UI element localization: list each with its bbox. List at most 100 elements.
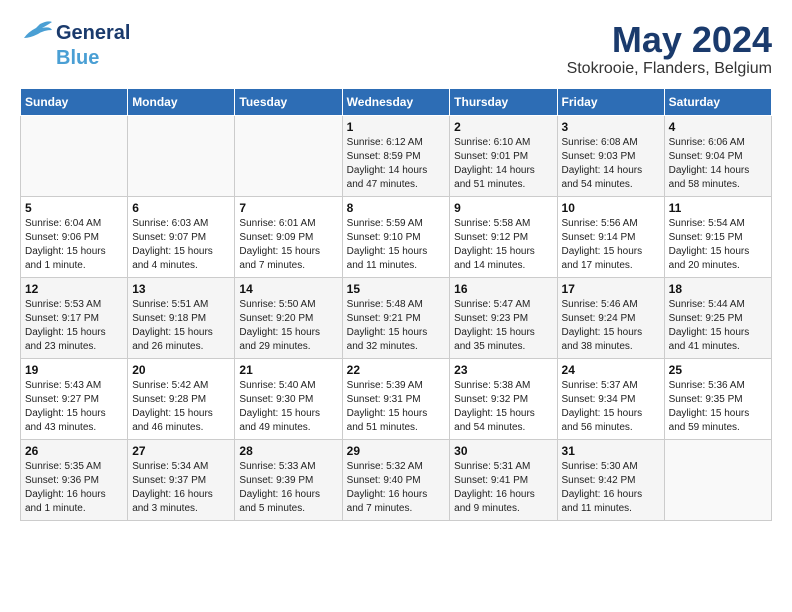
cell-info: Sunrise: 5:42 AMSunset: 9:28 PMDaylight:… [132, 379, 230, 435]
calendar-header: SundayMondayTuesdayWednesdayThursdayFrid… [21, 88, 772, 115]
day-number: 3 [562, 120, 660, 134]
calendar-table: SundayMondayTuesdayWednesdayThursdayFrid… [20, 88, 772, 521]
cell-info: Sunrise: 6:03 AMSunset: 9:07 PMDaylight:… [132, 217, 230, 273]
logo: General Blue [20, 20, 130, 70]
cell-info: Sunrise: 5:37 AMSunset: 9:34 PMDaylight:… [562, 379, 660, 435]
calendar-cell: 28Sunrise: 5:33 AMSunset: 9:39 PMDayligh… [235, 439, 342, 520]
cell-info: Sunrise: 5:58 AMSunset: 9:12 PMDaylight:… [454, 217, 552, 273]
day-number: 22 [347, 363, 446, 377]
day-number: 15 [347, 282, 446, 296]
cell-info: Sunrise: 5:33 AMSunset: 9:39 PMDaylight:… [239, 460, 337, 516]
day-header-saturday: Saturday [664, 88, 771, 115]
calendar-cell: 27 Sunrise: 5:34 AMSunset: 9:37 PMDayligh… [128, 439, 235, 520]
day-number: 14 [239, 282, 337, 296]
day-number: 5 [25, 201, 123, 215]
cell-info: Sunrise: 5:40 AMSunset: 9:30 PMDaylight:… [239, 379, 337, 435]
calendar-cell: 16Sunrise: 5:47 AMSunset: 9:23 PMDayligh… [450, 277, 557, 358]
calendar-cell [664, 439, 771, 520]
calendar-cell: 3Sunrise: 6:08 AMSunset: 9:03 PMDaylight… [557, 115, 664, 196]
calendar-cell: 23Sunrise: 5:38 AMSunset: 9:32 PMDayligh… [450, 358, 557, 439]
cell-info: Sunrise: 5:59 AMSunset: 9:10 PMDaylight:… [347, 217, 446, 273]
logo-general: General [56, 22, 130, 45]
day-number: 7 [239, 201, 337, 215]
calendar-cell: 7Sunrise: 6:01 AMSunset: 9:09 PMDaylight… [235, 196, 342, 277]
day-number: 13 [132, 282, 230, 296]
day-number: 26 [25, 444, 123, 458]
day-number: 8 [347, 201, 446, 215]
day-number: 29 [347, 444, 446, 458]
cell-info: Sunrise: 6:04 AMSunset: 9:06 PMDaylight:… [25, 217, 123, 273]
week-row-5: 26 Sunrise: 5:35 AMSunset: 9:36 PMDayligh… [21, 439, 772, 520]
day-number: 1 [347, 120, 446, 134]
day-number: 27 [132, 444, 230, 458]
week-row-1: 1 Sunrise: 6:12 AMSunset: 8:59 PMDaylight… [21, 115, 772, 196]
calendar-cell: 30 Sunrise: 5:31 AMSunset: 9:41 PMDayligh… [450, 439, 557, 520]
cell-info: Sunrise: 5:34 AMSunset: 9:37 PMDaylight:… [132, 460, 230, 516]
calendar-cell [21, 115, 128, 196]
location-subtitle: Stokrooie, Flanders, Belgium [567, 60, 772, 78]
day-number: 19 [25, 363, 123, 377]
day-number: 25 [669, 363, 767, 377]
calendar-body: 1 Sunrise: 6:12 AMSunset: 8:59 PMDaylight… [21, 115, 772, 520]
calendar-cell: 5 Sunrise: 6:04 AMSunset: 9:06 PMDaylight… [21, 196, 128, 277]
cell-info: Sunrise: 5:38 AMSunset: 9:32 PMDaylight:… [454, 379, 552, 435]
cell-info: Sunrise: 5:47 AMSunset: 9:23 PMDaylight:… [454, 298, 552, 354]
cell-info: Sunrise: 5:36 AMSunset: 9:35 PMDaylight:… [669, 379, 767, 435]
calendar-cell [235, 115, 342, 196]
calendar-cell: 31 Sunrise: 5:30 AMSunset: 9:42 PMDayligh… [557, 439, 664, 520]
calendar-cell: 24 Sunrise: 5:37 AMSunset: 9:34 PMDayligh… [557, 358, 664, 439]
calendar-cell: 20Sunrise: 5:42 AMSunset: 9:28 PMDayligh… [128, 358, 235, 439]
cell-info: Sunrise: 5:50 AMSunset: 9:20 PMDaylight:… [239, 298, 337, 354]
week-row-2: 5 Sunrise: 6:04 AMSunset: 9:06 PMDaylight… [21, 196, 772, 277]
day-header-wednesday: Wednesday [342, 88, 450, 115]
day-number: 12 [25, 282, 123, 296]
day-number: 2 [454, 120, 552, 134]
calendar-cell: 19Sunrise: 5:43 AMSunset: 9:27 PMDayligh… [21, 358, 128, 439]
day-number: 10 [562, 201, 660, 215]
calendar-cell: 29 Sunrise: 5:32 AMSunset: 9:40 PMDayligh… [342, 439, 450, 520]
day-header-friday: Friday [557, 88, 664, 115]
calendar-cell: 12Sunrise: 5:53 AMSunset: 9:17 PMDayligh… [21, 277, 128, 358]
cell-info: Sunrise: 5:35 AMSunset: 9:36 PMDaylight:… [25, 460, 123, 516]
week-row-4: 19Sunrise: 5:43 AMSunset: 9:27 PMDayligh… [21, 358, 772, 439]
calendar-cell: 1 Sunrise: 6:12 AMSunset: 8:59 PMDaylight… [342, 115, 450, 196]
cell-info: Sunrise: 6:06 AMSunset: 9:04 PMDaylight:… [669, 136, 767, 192]
calendar-cell: 10 Sunrise: 5:56 AMSunset: 9:14 PMDayligh… [557, 196, 664, 277]
calendar-cell: 2 Sunrise: 6:10 AMSunset: 9:01 PMDaylight… [450, 115, 557, 196]
day-header-tuesday: Tuesday [235, 88, 342, 115]
logo-blue: Blue [56, 47, 99, 70]
day-number: 4 [669, 120, 767, 134]
calendar-cell: 11Sunrise: 5:54 AMSunset: 9:15 PMDayligh… [664, 196, 771, 277]
calendar-cell [128, 115, 235, 196]
calendar-cell: 13 Sunrise: 5:51 AMSunset: 9:18 PMDayligh… [128, 277, 235, 358]
day-number: 21 [239, 363, 337, 377]
cell-info: Sunrise: 6:12 AMSunset: 8:59 PMDaylight:… [347, 136, 446, 192]
calendar-cell: 25 Sunrise: 5:36 AMSunset: 9:35 PMDayligh… [664, 358, 771, 439]
cell-info: Sunrise: 5:48 AMSunset: 9:21 PMDaylight:… [347, 298, 446, 354]
calendar-cell: 18Sunrise: 5:44 AMSunset: 9:25 PMDayligh… [664, 277, 771, 358]
cell-info: Sunrise: 5:54 AMSunset: 9:15 PMDaylight:… [669, 217, 767, 273]
day-number: 24 [562, 363, 660, 377]
day-number: 18 [669, 282, 767, 296]
cell-info: Sunrise: 5:56 AMSunset: 9:14 PMDaylight:… [562, 217, 660, 273]
title-block: May 2024 Stokrooie, Flanders, Belgium [567, 20, 772, 78]
day-header-sunday: Sunday [21, 88, 128, 115]
calendar-cell: 8 Sunrise: 5:59 AMSunset: 9:10 PMDaylight… [342, 196, 450, 277]
day-number: 31 [562, 444, 660, 458]
calendar-cell: 17Sunrise: 5:46 AMSunset: 9:24 PMDayligh… [557, 277, 664, 358]
day-header-monday: Monday [128, 88, 235, 115]
calendar-cell: 4 Sunrise: 6:06 AMSunset: 9:04 PMDaylight… [664, 115, 771, 196]
day-number: 17 [562, 282, 660, 296]
calendar-cell: 26 Sunrise: 5:35 AMSunset: 9:36 PMDayligh… [21, 439, 128, 520]
cell-info: Sunrise: 5:31 AMSunset: 9:41 PMDaylight:… [454, 460, 552, 516]
month-title: May 2024 [567, 20, 772, 60]
calendar-cell: 14 Sunrise: 5:50 AMSunset: 9:20 PMDayligh… [235, 277, 342, 358]
cell-info: Sunrise: 5:30 AMSunset: 9:42 PMDaylight:… [562, 460, 660, 516]
calendar-cell: 9Sunrise: 5:58 AMSunset: 9:12 PMDaylight… [450, 196, 557, 277]
day-number: 30 [454, 444, 552, 458]
calendar-cell: 21 Sunrise: 5:40 AMSunset: 9:30 PMDayligh… [235, 358, 342, 439]
cell-info: Sunrise: 5:32 AMSunset: 9:40 PMDaylight:… [347, 460, 446, 516]
cell-info: Sunrise: 5:39 AMSunset: 9:31 PMDaylight:… [347, 379, 446, 435]
cell-info: Sunrise: 5:51 AMSunset: 9:18 PMDaylight:… [132, 298, 230, 354]
cell-info: Sunrise: 6:10 AMSunset: 9:01 PMDaylight:… [454, 136, 552, 192]
